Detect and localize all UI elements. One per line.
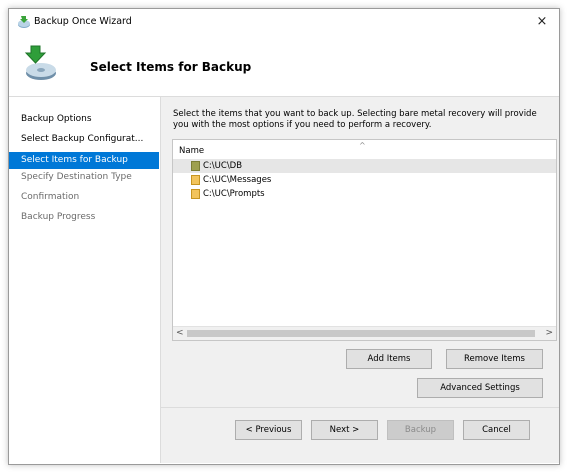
nav-step-specify-destination: Specify Destination Type (21, 172, 132, 182)
nav-step-confirmation: Confirmation (21, 192, 80, 202)
item-label: C:\UC\Messages (203, 175, 272, 185)
instructions-line-1: Select the items that you want to back u… (173, 109, 537, 119)
instructions-line-2: you with the most options if you need to… (173, 120, 432, 130)
backup-app-icon (18, 16, 30, 28)
horizontal-scrollbar[interactable]: < > (173, 326, 556, 340)
scroll-left-icon[interactable]: < (176, 327, 184, 340)
backup-items-list[interactable]: Name ^ C:\UC\DB C:\UC\Messages C:\UC\Pro… (172, 139, 557, 341)
list-item[interactable]: C:\UC\Prompts (173, 187, 556, 201)
wizard-steps-nav: Backup Options Select Backup Configurat.… (9, 97, 160, 463)
title-bar: Backup Once Wizard × (9, 9, 559, 35)
previous-button[interactable]: < Previous (235, 420, 302, 440)
item-checkbox[interactable] (191, 161, 200, 171)
nav-step-select-items[interactable]: Select Items for Backup (9, 152, 159, 169)
wizard-footer: < Previous Next > Backup Cancel (161, 408, 559, 463)
nav-step-backup-options[interactable]: Backup Options (9, 111, 159, 128)
backup-button: Backup (387, 420, 454, 440)
list-item[interactable]: C:\UC\Messages (173, 173, 556, 187)
item-checkbox[interactable] (191, 175, 200, 185)
wizard-window: Backup Once Wizard × Select Items for Ba… (8, 8, 560, 465)
advanced-settings-button[interactable]: Advanced Settings (417, 378, 543, 398)
instructions-text: Select the items that you want to back u… (173, 109, 553, 131)
item-label: C:\UC\DB (203, 161, 243, 171)
close-button[interactable]: × (525, 9, 559, 35)
scrollbar-thumb[interactable] (187, 330, 535, 337)
scroll-right-icon[interactable]: > (545, 327, 553, 340)
main-content: Select the items that you want to back u… (161, 97, 559, 407)
backup-wizard-icon (24, 45, 56, 80)
item-checkbox[interactable] (191, 189, 200, 199)
remove-items-button[interactable]: Remove Items (446, 349, 543, 369)
next-button[interactable]: Next > (311, 420, 378, 440)
sort-indicator-icon: ^ (359, 141, 366, 150)
nav-step-backup-progress: Backup Progress (21, 212, 96, 222)
add-items-button[interactable]: Add Items (346, 349, 432, 369)
list-item[interactable]: C:\UC\DB (173, 159, 556, 173)
window-title: Backup Once Wizard (34, 16, 132, 27)
name-column-header[interactable]: Name (179, 146, 204, 156)
close-icon: × (536, 14, 548, 29)
cancel-button[interactable]: Cancel (463, 420, 530, 440)
item-label: C:\UC\Prompts (203, 189, 265, 199)
page-title: Select Items for Backup (90, 60, 252, 74)
nav-step-select-backup-configuration[interactable]: Select Backup Configurat... (9, 131, 159, 148)
